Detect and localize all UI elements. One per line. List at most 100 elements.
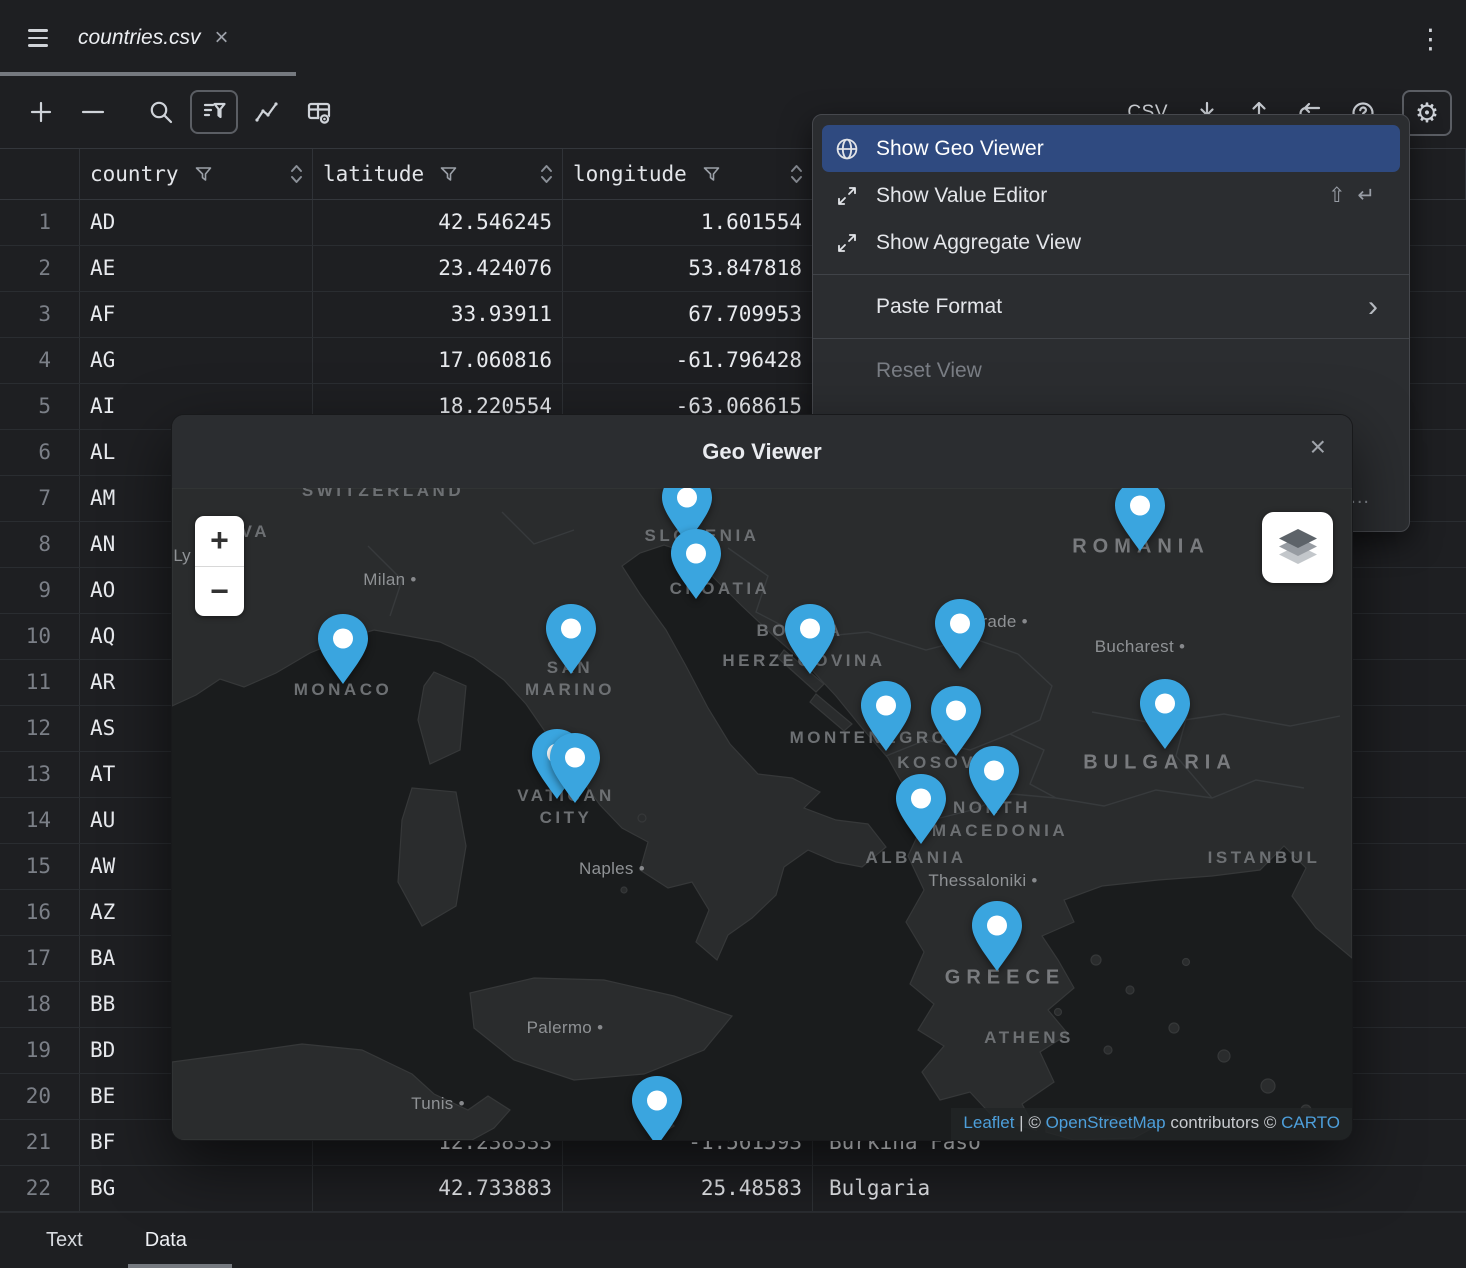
dialog-title: Geo Viewer xyxy=(702,439,821,465)
line-chart-icon xyxy=(254,99,280,125)
menu-item-paste-format[interactable]: Paste Format › xyxy=(822,283,1400,330)
row-number: 10 xyxy=(0,614,80,659)
menu-item-label: Reset View xyxy=(876,359,982,383)
map-pin[interactable] xyxy=(316,612,370,686)
map-label: Naples xyxy=(579,859,645,879)
row-number: 8 xyxy=(0,522,80,567)
menu-item-reset-view[interactable]: Reset View xyxy=(822,347,1400,394)
row-number: 22 xyxy=(0,1166,80,1211)
cell-country[interactable]: AF xyxy=(80,292,313,337)
map-pin[interactable] xyxy=(669,527,723,601)
map-pin[interactable] xyxy=(967,744,1021,818)
search-icon xyxy=(148,99,174,125)
layers-icon xyxy=(1276,527,1320,569)
column-label: country xyxy=(90,162,179,186)
chart-view-button[interactable] xyxy=(254,99,280,125)
expand-icon xyxy=(834,183,860,209)
map-pin[interactable] xyxy=(970,899,1024,973)
cell-longitude[interactable]: -61.796428 xyxy=(563,338,813,383)
map-pin[interactable] xyxy=(544,602,598,676)
menu-separator xyxy=(813,274,1409,275)
map-pin[interactable] xyxy=(783,602,837,676)
column-header-longitude[interactable]: longitude xyxy=(563,149,813,199)
column-header-country[interactable]: country xyxy=(80,149,313,199)
map-canvas[interactable]: SWITZERLAND OVA Ly SLOVENIA Milan CROATI… xyxy=(172,488,1352,1140)
main-menu-icon[interactable] xyxy=(28,29,48,46)
globe-icon xyxy=(834,136,860,162)
cell-latitude[interactable]: 42.733883 xyxy=(313,1166,563,1211)
chevron-right-icon: › xyxy=(1368,295,1378,319)
map-pin[interactable] xyxy=(933,597,987,671)
map-pin[interactable] xyxy=(894,772,948,846)
editor-mode-bar: Text Data xyxy=(0,1212,1466,1268)
row-number: 18 xyxy=(0,982,80,1027)
add-row-button[interactable] xyxy=(28,99,54,125)
carto-link[interactable]: CARTO xyxy=(1281,1113,1340,1132)
dialog-close-icon[interactable]: × xyxy=(1310,433,1326,461)
active-bottom-tab-indicator xyxy=(128,1264,232,1268)
table-preview-button[interactable] xyxy=(306,100,333,125)
cell-longitude[interactable]: 25.48583 xyxy=(563,1166,813,1211)
cell-longitude[interactable]: 1.601554 xyxy=(563,200,813,245)
tab-countries-csv[interactable]: countries.csv × xyxy=(70,0,237,76)
cell-country[interactable]: AE xyxy=(80,246,313,291)
menu-item-show-aggregate-view[interactable]: Show Aggregate View xyxy=(822,219,1400,266)
cell-latitude[interactable]: 33.93911 xyxy=(313,292,563,337)
cell-country[interactable]: AG xyxy=(80,338,313,383)
map-pin[interactable] xyxy=(859,679,913,753)
zoom-in-button[interactable]: + xyxy=(195,516,244,566)
cell-longitude[interactable]: 67.709953 xyxy=(563,292,813,337)
row-number: 12 xyxy=(0,706,80,751)
map-pin[interactable] xyxy=(1113,488,1167,553)
menu-item-label: Show Geo Viewer xyxy=(876,137,1044,161)
map-pin[interactable] xyxy=(630,1074,684,1140)
cell-country[interactable]: BG xyxy=(80,1166,313,1211)
tab-data[interactable]: Data xyxy=(145,1229,187,1252)
filter-icon[interactable] xyxy=(195,166,212,182)
close-icon[interactable]: × xyxy=(215,26,229,50)
editor-tab-bar: countries.csv × ⋮ xyxy=(0,0,1466,76)
map-label: ATHENS xyxy=(984,1028,1074,1048)
more-options-icon[interactable]: ⋮ xyxy=(1417,24,1444,55)
map-label: Tunis xyxy=(411,1094,465,1114)
column-header-latitude[interactable]: latitude xyxy=(313,149,563,199)
map-layers-button[interactable] xyxy=(1262,512,1333,583)
leaflet-link[interactable]: Leaflet xyxy=(963,1113,1014,1132)
zoom-out-button[interactable]: − xyxy=(195,566,244,616)
table-row[interactable]: 22 BG 42.733883 25.48583 Bulgaria xyxy=(0,1166,1466,1212)
map-label: Bucharest xyxy=(1095,637,1186,657)
menu-item-show-geo-viewer[interactable]: Show Geo Viewer xyxy=(822,125,1400,172)
cell-latitude[interactable]: 42.546245 xyxy=(313,200,563,245)
sort-icon[interactable] xyxy=(789,163,804,185)
cell-latitude[interactable]: 23.424076 xyxy=(313,246,563,291)
cell-name[interactable]: Bulgaria xyxy=(813,1166,1466,1211)
filter-rows-toggle[interactable] xyxy=(190,90,238,134)
map-label: MARINO xyxy=(525,680,615,700)
menu-item-show-value-editor[interactable]: Show Value Editor ⇧ ↵ xyxy=(822,172,1400,219)
row-number: 21 xyxy=(0,1120,80,1165)
sort-icon[interactable] xyxy=(289,163,304,185)
row-number: 19 xyxy=(0,1028,80,1073)
cell-country[interactable]: AD xyxy=(80,200,313,245)
map-pin[interactable] xyxy=(548,731,602,805)
filter-icon[interactable] xyxy=(703,166,720,182)
row-number: 11 xyxy=(0,660,80,705)
dialog-title-bar[interactable]: Geo Viewer × xyxy=(172,415,1352,488)
map-pin[interactable] xyxy=(1138,677,1192,751)
sort-icon[interactable] xyxy=(539,163,554,185)
row-number: 14 xyxy=(0,798,80,843)
map-label: Palermo xyxy=(527,1018,604,1038)
cell-longitude[interactable]: 53.847818 xyxy=(563,246,813,291)
cell-latitude[interactable]: 17.060816 xyxy=(313,338,563,383)
row-number: 17 xyxy=(0,936,80,981)
map-label: ISTANBUL xyxy=(1208,848,1321,868)
filter-icon[interactable] xyxy=(440,166,457,182)
search-button[interactable] xyxy=(148,99,174,125)
column-label: latitude xyxy=(323,162,424,186)
delete-row-button[interactable] xyxy=(80,99,106,125)
map-zoom-control: + − xyxy=(195,516,244,616)
row-number: 5 xyxy=(0,384,80,429)
osm-link[interactable]: OpenStreetMap xyxy=(1046,1113,1166,1132)
row-number: 1 xyxy=(0,200,80,245)
tab-text[interactable]: Text xyxy=(46,1229,83,1252)
